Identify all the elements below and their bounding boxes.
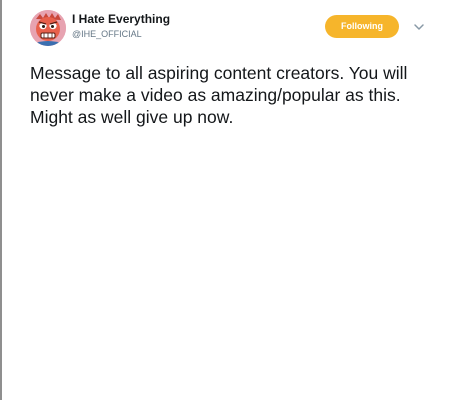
tweet-card: I Hate Everything @IHE_OFFICIAL Followin… — [30, 10, 440, 128]
tweet-header: I Hate Everything @IHE_OFFICIAL Followin… — [30, 10, 440, 48]
author-names: I Hate Everything @IHE_OFFICIAL — [72, 12, 170, 40]
avatar[interactable] — [30, 10, 66, 46]
following-button[interactable]: Following — [325, 15, 399, 38]
tweet-embed: I Hate Everything @IHE_OFFICIAL Followin… — [0, 0, 450, 400]
user-handle[interactable]: @IHE_OFFICIAL — [72, 28, 170, 40]
chevron-down-icon[interactable] — [413, 22, 425, 32]
cartoon-avatar-icon — [30, 10, 66, 46]
tweet-text: Message to all aspiring content creators… — [30, 63, 408, 127]
window-edge — [0, 0, 2, 400]
display-name[interactable]: I Hate Everything — [72, 12, 170, 27]
